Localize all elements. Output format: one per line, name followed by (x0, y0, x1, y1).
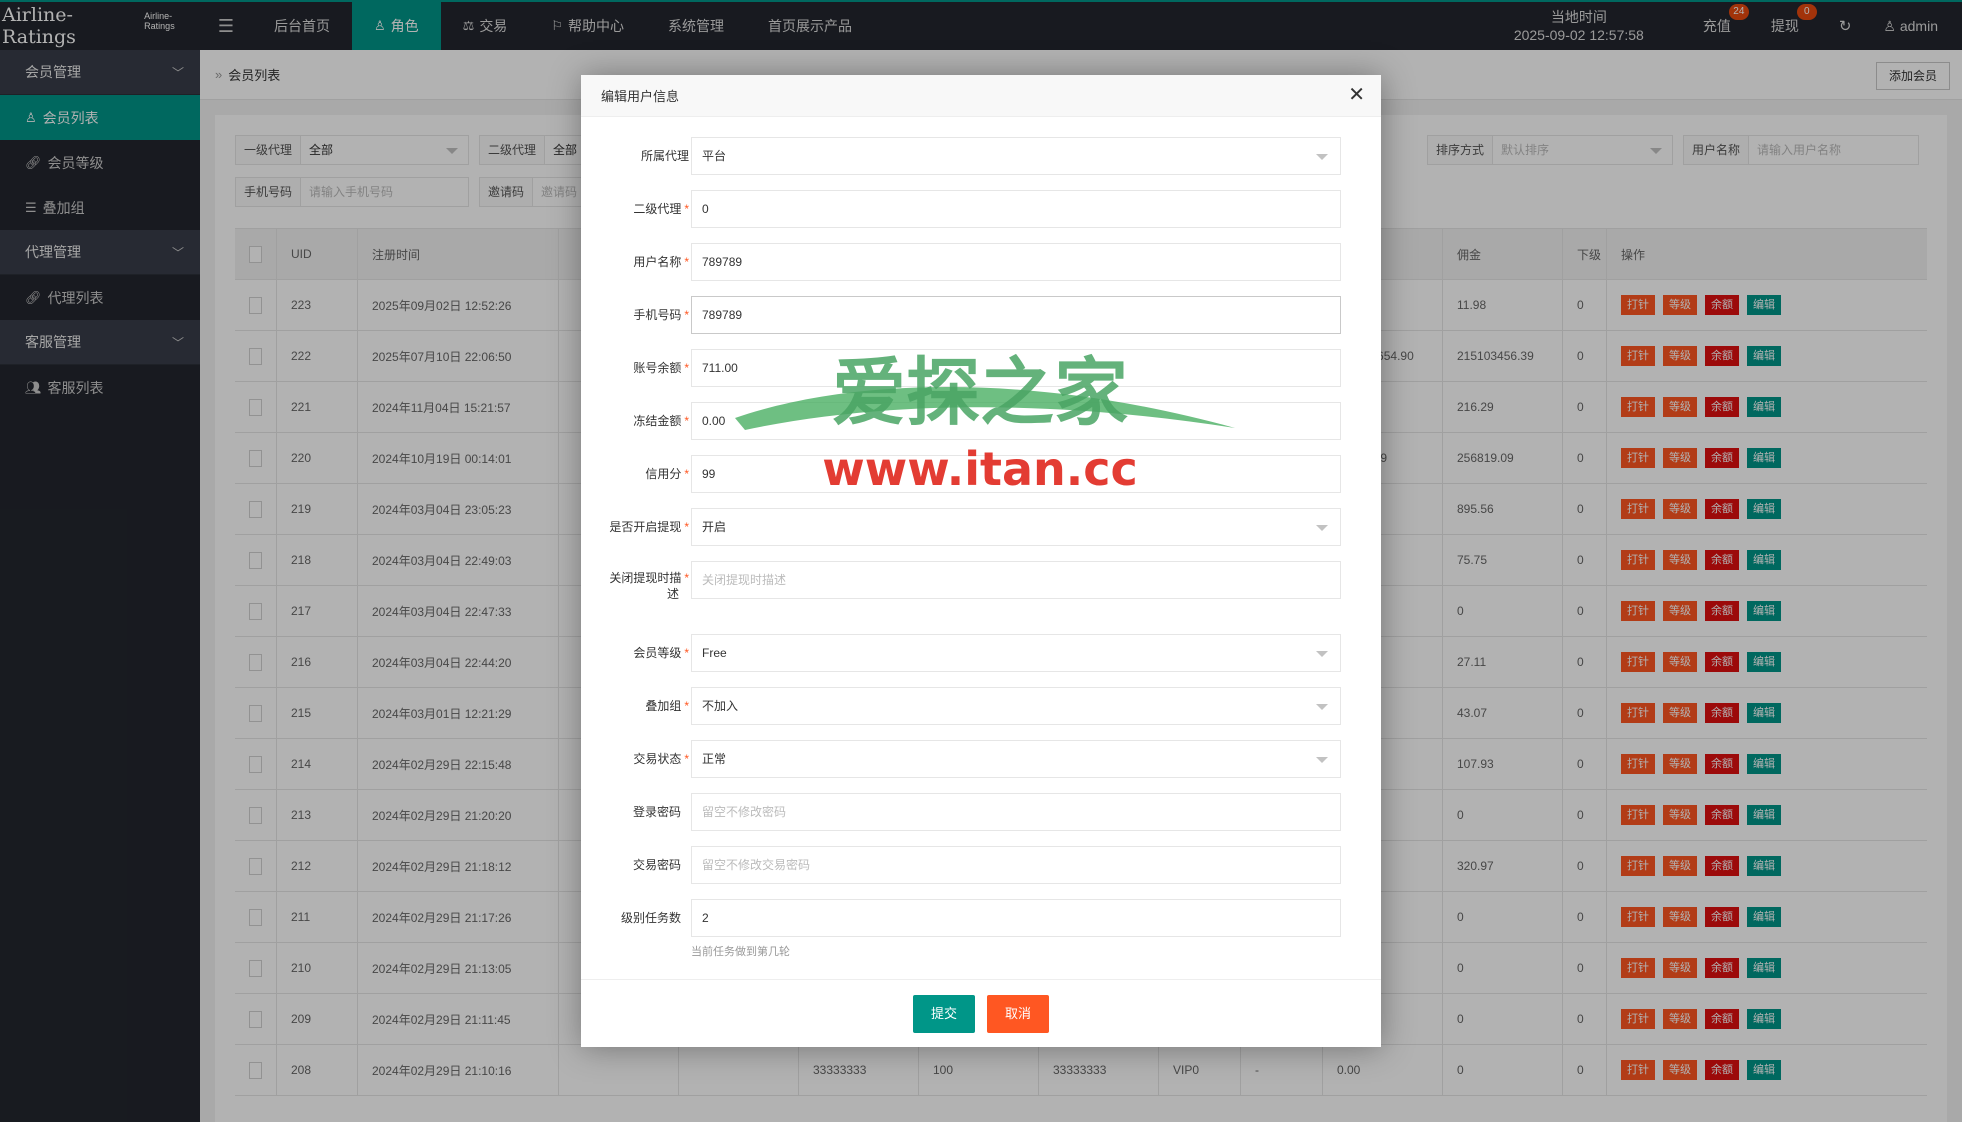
caret-down-icon (1316, 154, 1328, 160)
dialog-footer: 提交 取消 (581, 979, 1381, 1047)
submit-button[interactable]: 提交 (912, 994, 975, 1033)
caret-down-icon (1316, 525, 1328, 531)
agent2-input[interactable]: 0 (691, 190, 1341, 228)
caret-down-icon (1316, 757, 1328, 763)
required-mark: * (684, 361, 689, 375)
phone-input[interactable]: 789789 (691, 296, 1341, 334)
required-mark: * (684, 571, 689, 585)
trade-password-input[interactable]: 留空不修改交易密码 (691, 846, 1341, 884)
balance-input[interactable]: 711.00 (691, 349, 1341, 387)
credit-input[interactable]: 99 (691, 455, 1341, 493)
required-mark: * (684, 467, 689, 481)
username-input[interactable]: 789789 (691, 243, 1341, 281)
field-balance: 账号余额 * 711.00 (581, 349, 1381, 387)
dialog-header: 编辑用户信息 ✕ (581, 75, 1381, 117)
required-mark: * (684, 308, 689, 322)
vip-level-select[interactable]: Free (691, 634, 1341, 672)
field-task-count: 级别任务数 2 (581, 899, 1381, 937)
field-trade-password: 交易密码 留空不修改交易密码 (581, 846, 1381, 884)
dialog-title: 编辑用户信息 (601, 89, 680, 104)
required-mark: * (684, 255, 689, 269)
caret-down-icon (1316, 704, 1328, 710)
task-count-input[interactable]: 2 (691, 899, 1341, 937)
withdraw-desc-input[interactable]: 关闭提现时描述 (691, 561, 1341, 599)
required-mark: * (684, 752, 689, 766)
field-stack-group: 叠加组 * 不加入 (581, 687, 1381, 725)
field-agent2: 二级代理 * 0 (581, 190, 1381, 228)
field-credit: 信用分 * 99 (581, 455, 1381, 493)
field-agent: 所属代理 平台 (581, 137, 1381, 175)
dialog-body: 所属代理 平台 二级代理 * 0 用户名称 * 789789 手机号码 * 78978… (581, 117, 1381, 967)
required-mark: * (684, 699, 689, 713)
field-login-password: 登录密码 留空不修改密码 (581, 793, 1381, 831)
caret-down-icon (1316, 651, 1328, 657)
cancel-button[interactable]: 取消 (987, 994, 1050, 1033)
required-mark: * (684, 520, 689, 534)
withdraw-enabled-select[interactable]: 开启 (691, 508, 1341, 546)
field-frozen: 冻结金额 * 0.00 (581, 402, 1381, 440)
required-mark: * (684, 414, 689, 428)
task-count-hint: 当前任务做到第几轮 (691, 946, 790, 958)
field-username: 用户名称 * 789789 (581, 243, 1381, 281)
field-vip-level: 会员等级 * Free (581, 634, 1381, 672)
field-trade-status: 交易状态 * 正常 (581, 740, 1381, 778)
frozen-input[interactable]: 0.00 (691, 402, 1341, 440)
agent-select[interactable]: 平台 (691, 137, 1341, 175)
field-phone: 手机号码 * 789789 (581, 296, 1381, 334)
required-mark: * (684, 202, 689, 216)
edit-user-dialog: 编辑用户信息 ✕ 所属代理 平台 二级代理 * 0 用户名称 * 789789 手机… (581, 75, 1381, 1047)
close-icon[interactable]: ✕ (1348, 85, 1365, 105)
trade-status-select[interactable]: 正常 (691, 740, 1341, 778)
field-withdraw-desc: 关闭提现时描 * 述 关闭提现时描述 (581, 561, 1381, 602)
field-withdraw-enabled: 是否开启提现 * 开启 (581, 508, 1381, 546)
required-mark: * (684, 646, 689, 660)
login-password-input[interactable]: 留空不修改密码 (691, 793, 1341, 831)
stack-group-select[interactable]: 不加入 (691, 687, 1341, 725)
